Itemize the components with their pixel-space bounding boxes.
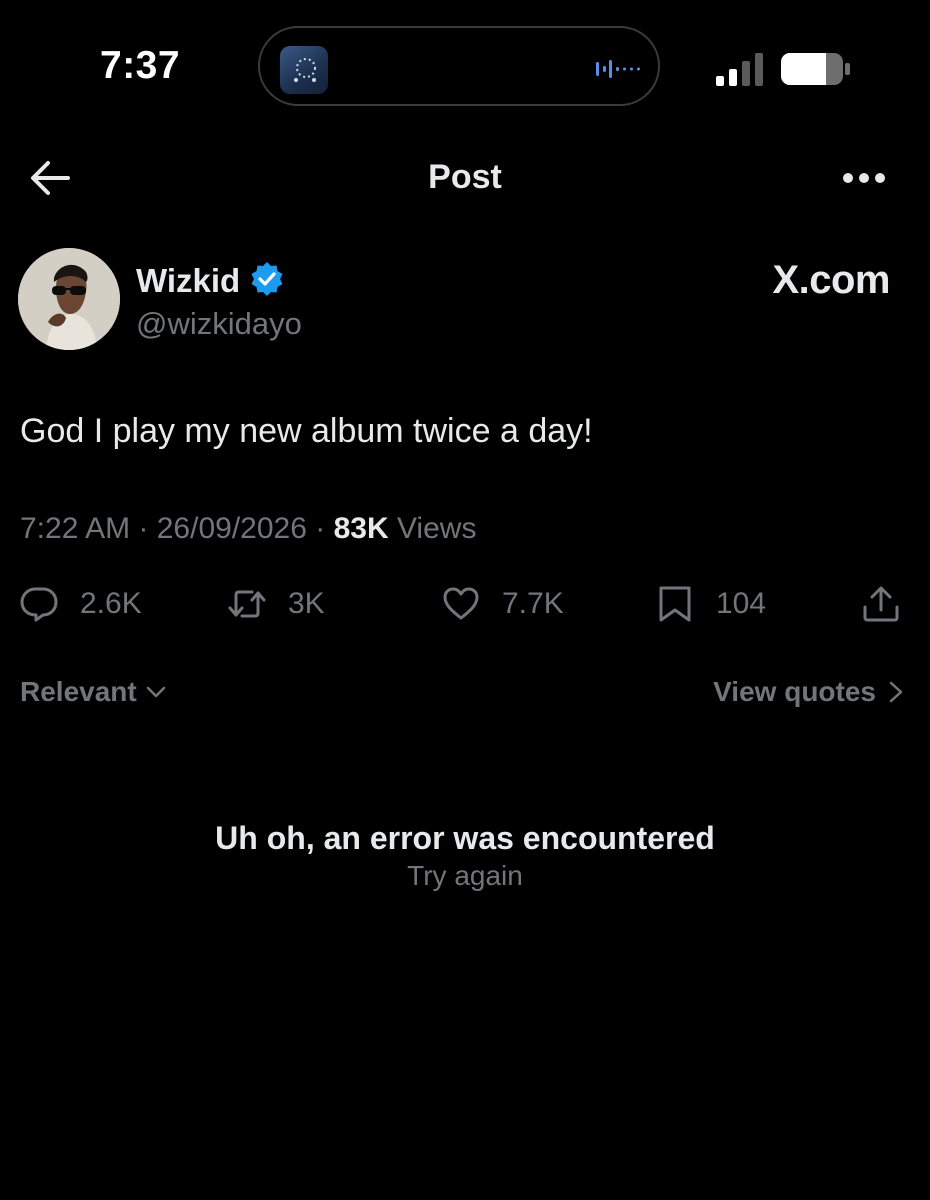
- meta-separator: ·: [315, 512, 334, 545]
- post-text: God I play my new album twice a day!: [20, 412, 593, 450]
- cellular-signal-icon: [716, 53, 763, 86]
- author-handle[interactable]: @wizkidayo: [136, 306, 302, 342]
- meta-separator: ·: [138, 512, 157, 545]
- x-com-watermark: X.com: [772, 258, 890, 302]
- heart-icon: [443, 587, 479, 620]
- chevron-down-icon: [146, 686, 165, 698]
- try-again-button[interactable]: Try again: [0, 860, 930, 892]
- post-meta: 7:22 AM · 26/09/2026 · 83K Views: [20, 512, 476, 546]
- bookmark-icon: [659, 586, 691, 622]
- sort-label: Relevant: [20, 676, 137, 707]
- repost-button[interactable]: 3K: [228, 584, 325, 624]
- now-playing-app-icon: [280, 46, 328, 94]
- error-message: Uh oh, an error was encountered: [215, 820, 715, 856]
- views-label: Views: [396, 512, 477, 545]
- dynamic-island[interactable]: [258, 26, 660, 106]
- view-quotes-link[interactable]: View quotes: [713, 676, 906, 708]
- bookmark-count: 104: [716, 587, 767, 620]
- battery-icon: [781, 53, 850, 85]
- share-icon: [863, 586, 899, 622]
- verified-badge-icon: [251, 262, 283, 296]
- reply-button[interactable]: 2.6K: [20, 584, 142, 624]
- author-name[interactable]: Wizkid: [136, 262, 240, 300]
- more-horizontal-icon[interactable]: [842, 172, 886, 184]
- view-quotes-label: View quotes: [713, 676, 876, 707]
- avatar[interactable]: [18, 248, 120, 350]
- like-count: 7.7K: [502, 587, 564, 620]
- reply-count: 2.6K: [80, 587, 142, 620]
- chevron-right-icon: [889, 681, 903, 703]
- audio-waveform-icon: [596, 60, 640, 78]
- page-title: Post: [428, 158, 502, 196]
- post-time[interactable]: 7:22 AM: [20, 512, 130, 545]
- bookmark-button[interactable]: 104: [656, 584, 766, 624]
- repost-count: 3K: [288, 587, 325, 620]
- share-button[interactable]: [862, 584, 900, 624]
- reply-icon: [20, 587, 58, 622]
- view-count[interactable]: 83K: [334, 512, 389, 545]
- repost-icon: [228, 590, 266, 618]
- post-date[interactable]: 26/09/2026: [157, 512, 307, 545]
- status-time: 7:37: [100, 44, 181, 87]
- like-button[interactable]: 7.7K: [442, 584, 564, 624]
- sort-replies-dropdown[interactable]: Relevant: [20, 676, 167, 708]
